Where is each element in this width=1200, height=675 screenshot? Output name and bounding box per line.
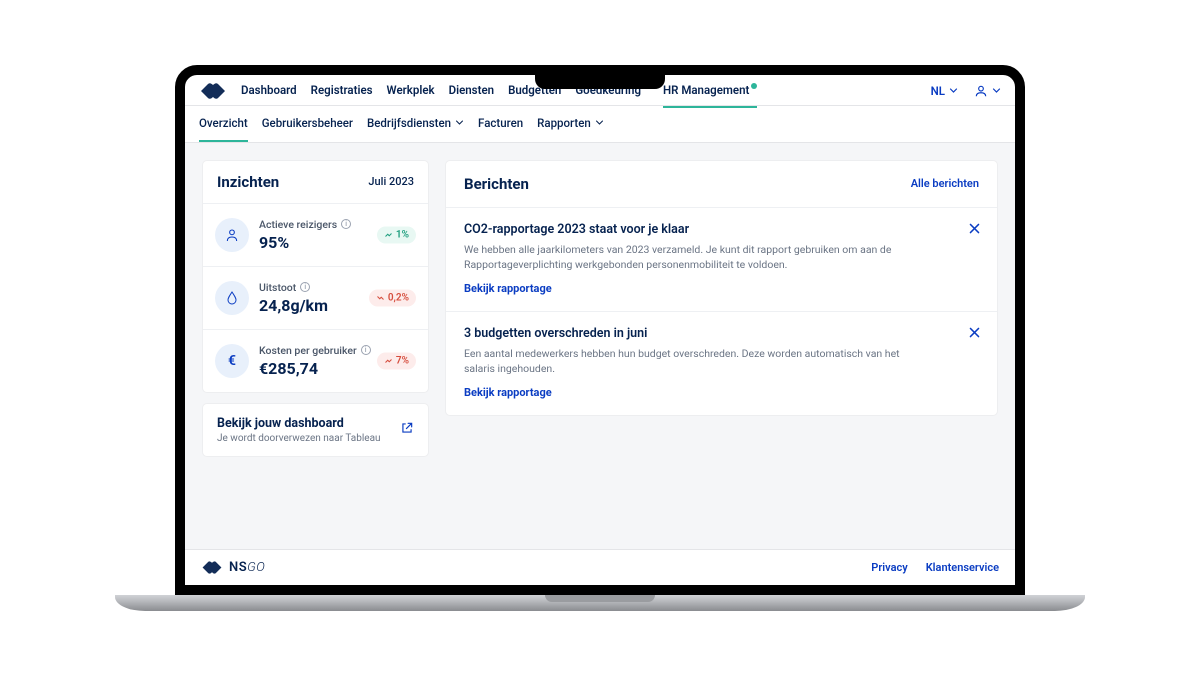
sub-nav: Overzicht Gebruikersbeheer Bedrijfsdiens… — [185, 106, 1015, 143]
metric-label: Uitstoot — [259, 281, 296, 294]
messages-title: Berichten — [464, 175, 529, 193]
language-label: NL — [931, 84, 945, 98]
message-item: CO2-rapportage 2023 staat voor je klaar … — [446, 207, 997, 311]
language-selector[interactable]: NL — [931, 84, 958, 98]
user-icon — [215, 218, 249, 252]
notification-dot-icon — [751, 83, 757, 89]
chevron-down-icon — [992, 86, 1001, 95]
close-button[interactable] — [968, 326, 981, 342]
metric-cost-per-user: € Kosten per gebruiker i €285,74 7% — [203, 329, 428, 392]
delta-badge: 7% — [377, 352, 416, 369]
chevron-down-icon — [949, 86, 958, 95]
content-area: Inzichten Juli 2023 Actieve reizigers i 9… — [185, 143, 1015, 549]
nav-tab-werkplek[interactable]: Werkplek — [387, 83, 435, 99]
delta-badge: 0,2% — [369, 289, 416, 306]
subnav-tab-overzicht[interactable]: Overzicht — [199, 116, 248, 132]
metric-emissions: Uitstoot i 24,8g/km 0,2% — [203, 266, 428, 329]
user-icon — [974, 84, 988, 98]
metric-value: 95% — [259, 233, 351, 252]
subnav-tab-gebruikersbeheer[interactable]: Gebruikersbeheer — [262, 116, 353, 132]
insights-card: Inzichten Juli 2023 Actieve reizigers i 9… — [203, 161, 428, 392]
view-dashboard-link[interactable]: Bekijk jouw dashboard Je wordt doorverwe… — [203, 404, 428, 456]
trend-down-icon — [376, 293, 385, 302]
metric-label: Actieve reizigers — [259, 218, 337, 231]
message-body: Een aantal medewerkers hebben hun budget… — [464, 346, 928, 376]
dashboard-link-title: Bekijk jouw dashboard — [217, 416, 381, 431]
nav-tab-diensten[interactable]: Diensten — [449, 83, 494, 99]
message-body: We hebben alle jaarkilometers van 2023 v… — [464, 242, 928, 272]
insights-title: Inzichten — [217, 173, 279, 191]
message-item: 3 budgetten overschreden in juni Een aan… — [446, 311, 997, 415]
nav-right-controls: NL — [931, 84, 1001, 98]
nav-tab-hr-management[interactable]: HR Management — [663, 83, 757, 99]
user-menu[interactable] — [974, 84, 1001, 98]
close-button[interactable] — [968, 222, 981, 238]
droplet-icon — [215, 281, 249, 315]
delta-badge: 1% — [377, 226, 416, 243]
message-title: CO2-rapportage 2023 staat voor je klaar — [464, 222, 979, 237]
insights-period: Juli 2023 — [368, 175, 414, 188]
footer: NSGO Privacy Klantenservice — [185, 549, 1015, 585]
external-link-icon — [400, 421, 414, 438]
nav-tab-dashboard[interactable]: Dashboard — [241, 83, 297, 99]
metric-value: €285,74 — [259, 359, 371, 378]
nav-tab-registraties[interactable]: Registraties — [311, 83, 373, 99]
metric-label: Kosten per gebruiker — [259, 344, 357, 357]
trend-up-icon — [384, 356, 393, 365]
close-icon — [968, 222, 981, 235]
chevron-down-icon — [455, 118, 464, 127]
brand-logo-icon — [199, 83, 227, 99]
all-messages-link[interactable]: Alle berichten — [911, 177, 979, 190]
trend-up-icon — [384, 230, 393, 239]
dashboard-link-sub: Je wordt doorverwezen naar Tableau — [217, 433, 381, 444]
info-icon[interactable]: i — [341, 219, 351, 229]
subnav-tab-facturen[interactable]: Facturen — [478, 116, 523, 132]
footer-brand: NSGO — [201, 560, 265, 575]
euro-icon: € — [215, 344, 249, 378]
footer-link-klantenservice[interactable]: Klantenservice — [926, 561, 999, 574]
close-icon — [968, 326, 981, 339]
message-action-link[interactable]: Bekijk rapportage — [464, 386, 552, 399]
subnav-tab-bedrijfsdiensten[interactable]: Bedrijfsdiensten — [367, 116, 464, 132]
subnav-tab-rapporten[interactable]: Rapporten — [537, 116, 604, 132]
message-action-link[interactable]: Bekijk rapportage — [464, 282, 552, 295]
chevron-down-icon — [595, 118, 604, 127]
info-icon[interactable]: i — [361, 345, 371, 355]
info-icon[interactable]: i — [300, 282, 310, 292]
metric-active-travellers: Actieve reizigers i 95% 1% — [203, 203, 428, 266]
messages-card: Berichten Alle berichten CO2-rapportage … — [446, 161, 997, 416]
footer-link-privacy[interactable]: Privacy — [871, 561, 907, 574]
brand-logo-icon — [201, 561, 223, 574]
metric-value: 24,8g/km — [259, 296, 328, 315]
message-title: 3 budgetten overschreden in juni — [464, 326, 979, 341]
